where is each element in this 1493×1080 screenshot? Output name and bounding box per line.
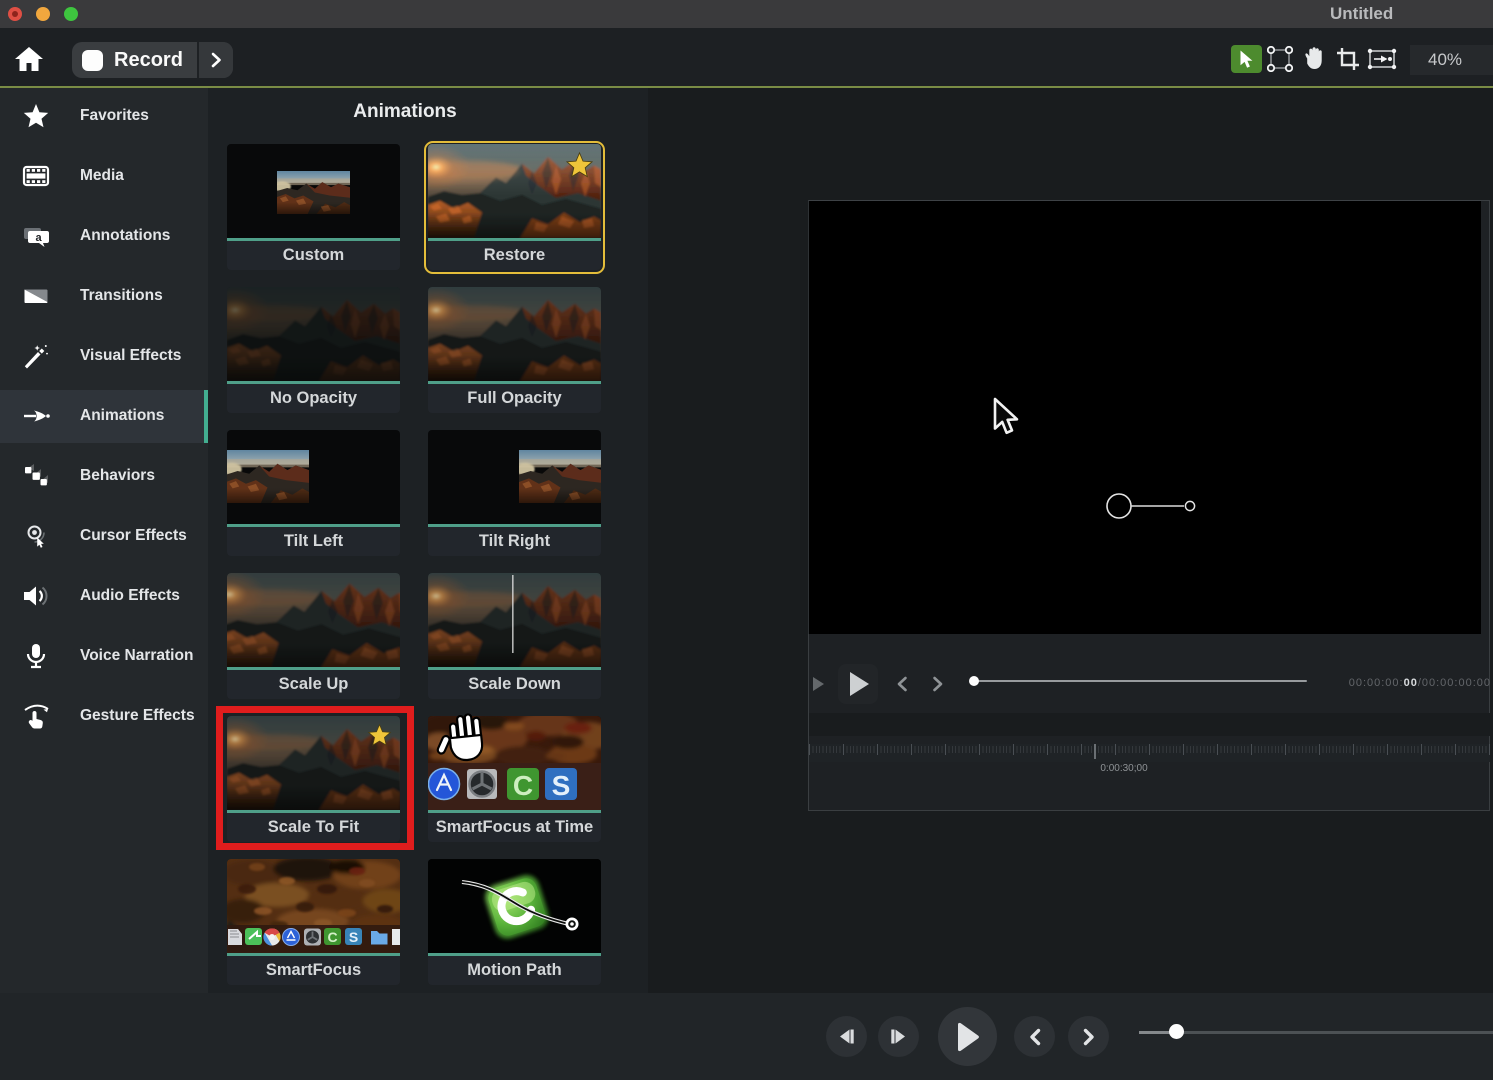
svg-text:S: S: [349, 929, 358, 945]
svg-text:C: C: [327, 929, 337, 945]
svg-text:C: C: [513, 770, 533, 801]
svg-text:a: a: [35, 232, 42, 244]
svg-text:S: S: [552, 770, 571, 801]
